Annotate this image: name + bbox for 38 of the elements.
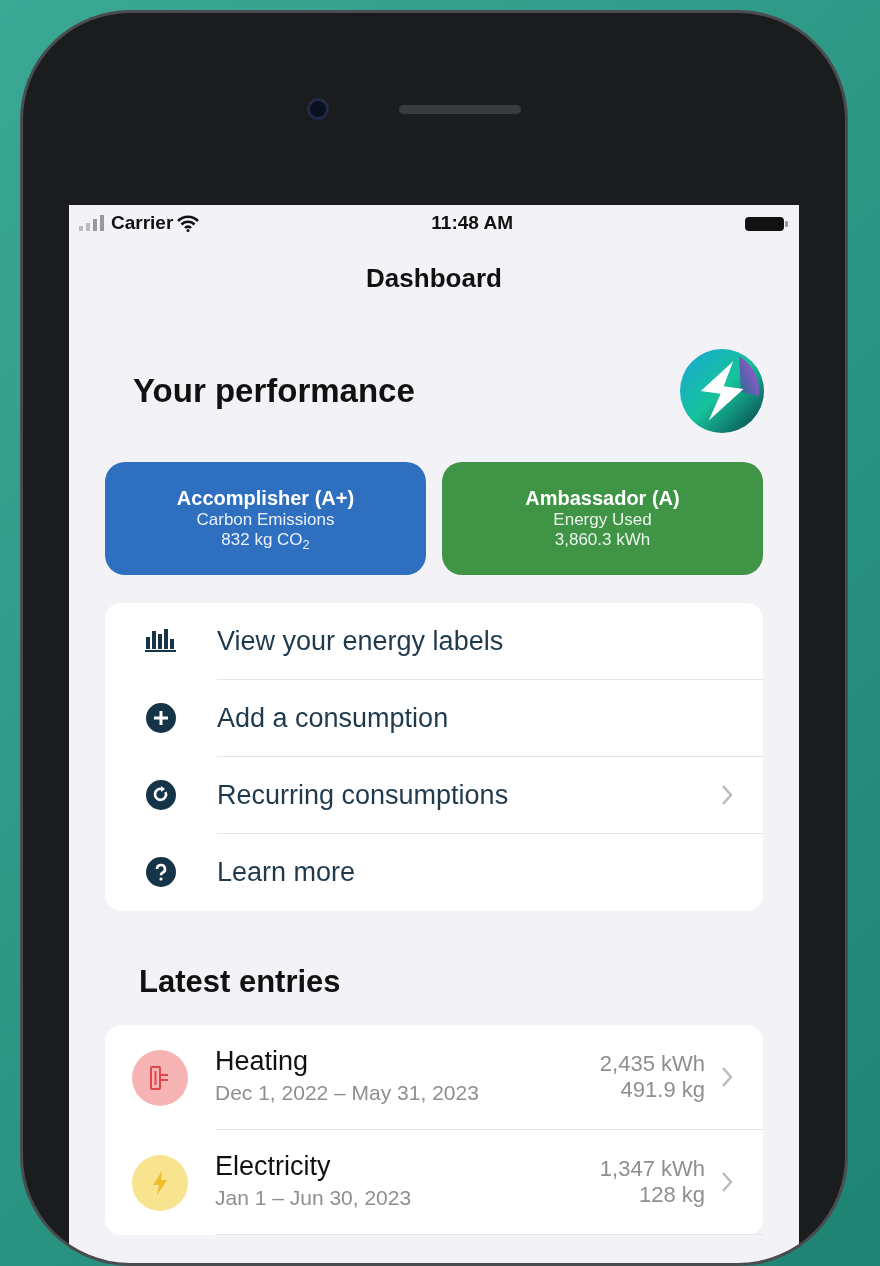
signal-icon (79, 215, 107, 231)
card-title: Ambassador (A) (524, 486, 681, 510)
entry-row[interactable]: Heating Dec 1, 2022 – May 31, 2023 2,435 kWh 491.9 kg (105, 1025, 763, 1131)
menu-link[interactable]: Add a consumption (217, 697, 733, 739)
camera-icon (307, 98, 329, 120)
entry-emissions: 491.9 kg (619, 1077, 705, 1104)
help-circle-icon (146, 857, 176, 888)
chevron-right-icon (721, 1171, 733, 1194)
app-logo-icon (679, 348, 765, 434)
entry-dates: Jan 1 – Jun 30, 2023 (215, 1185, 413, 1212)
wifi-icon (177, 214, 200, 232)
speaker-icon (399, 104, 521, 114)
menu-link[interactable]: View your energy labels (217, 620, 733, 662)
card-value: 3,860.3 kWh (553, 530, 652, 551)
refresh-circle-icon (146, 780, 176, 811)
lightning-icon (151, 1169, 169, 1196)
entry-name: Heating (215, 1046, 310, 1078)
card-value: 832 kg CO$_{2}$ (220, 530, 311, 551)
menu-link[interactable]: Recurring consumptions (217, 774, 721, 816)
card-subtitle: Carbon Emissions (195, 510, 336, 531)
time-label: 11:48 AM (431, 210, 513, 235)
screen-title: Dashboard (365, 262, 503, 295)
card-title: Accomplisher (A+) (175, 486, 356, 510)
section-heading: Latest entries (138, 962, 342, 1001)
battery-icon (745, 215, 789, 232)
entry-emissions: 128 kg (637, 1182, 705, 1209)
section-heading: Your performance (133, 371, 415, 412)
entry-row[interactable]: Electricity Jan 1 – Jun 30, 2023 1,347 kWh 128 kg (105, 1130, 763, 1236)
entry-name: Electricity (215, 1151, 332, 1183)
menu-link[interactable]: Learn more (217, 852, 733, 893)
plus-circle-icon (146, 703, 176, 734)
entry-energy: 2,435 kWh (599, 1050, 705, 1078)
chevron-right-icon (721, 1066, 733, 1089)
carrier-label: Carrier (111, 210, 174, 235)
bar-chart-icon (145, 629, 177, 654)
entry-dates: Dec 1, 2022 – May 31, 2023 (215, 1080, 480, 1107)
entry-energy: 1,347 kWh (599, 1155, 705, 1183)
card-subtitle: Energy Used (552, 510, 653, 531)
